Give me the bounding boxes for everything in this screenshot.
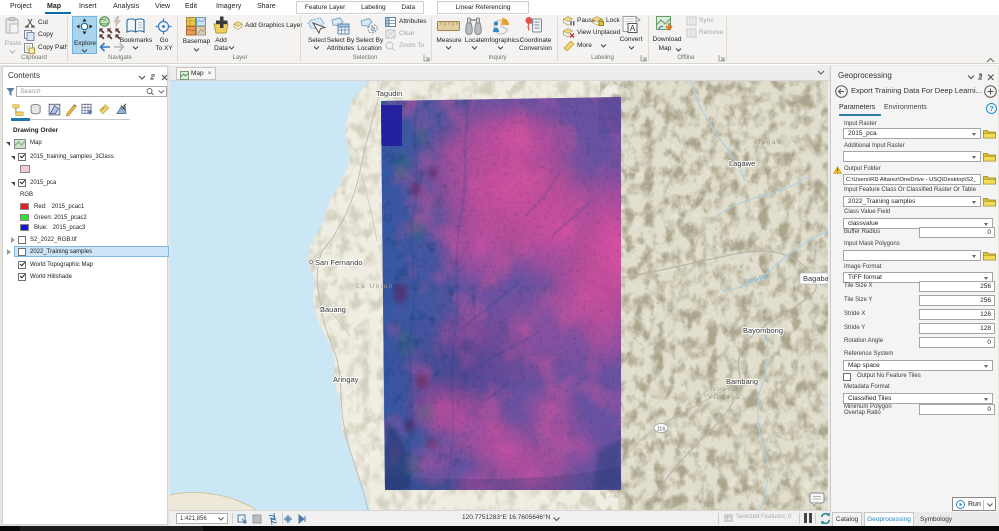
- svg-text:Ifugao: Ifugao: [755, 139, 782, 146]
- svg-text:116: 116: [657, 427, 666, 433]
- svg-text:Bagaba: Bagaba: [803, 274, 828, 283]
- svg-text:A: A: [630, 24, 636, 33]
- svg-text:Vizcaya: Vizcaya: [708, 394, 741, 401]
- svg-text:Bambang: Bambang: [726, 377, 758, 386]
- svg-text:Bayombong: Bayombong: [743, 326, 783, 335]
- svg-text:Aringay: Aringay: [333, 375, 359, 384]
- svg-text:San Fernando: San Fernando: [315, 258, 363, 267]
- svg-text:Bauang: Bauang: [320, 305, 346, 314]
- svg-text:?: ?: [989, 104, 994, 113]
- svg-text:La Union: La Union: [356, 283, 394, 290]
- svg-text:Tagudin: Tagudin: [376, 89, 402, 98]
- svg-text:Nueva: Nueva: [711, 386, 737, 393]
- svg-text:Lagawe: Lagawe: [729, 159, 755, 168]
